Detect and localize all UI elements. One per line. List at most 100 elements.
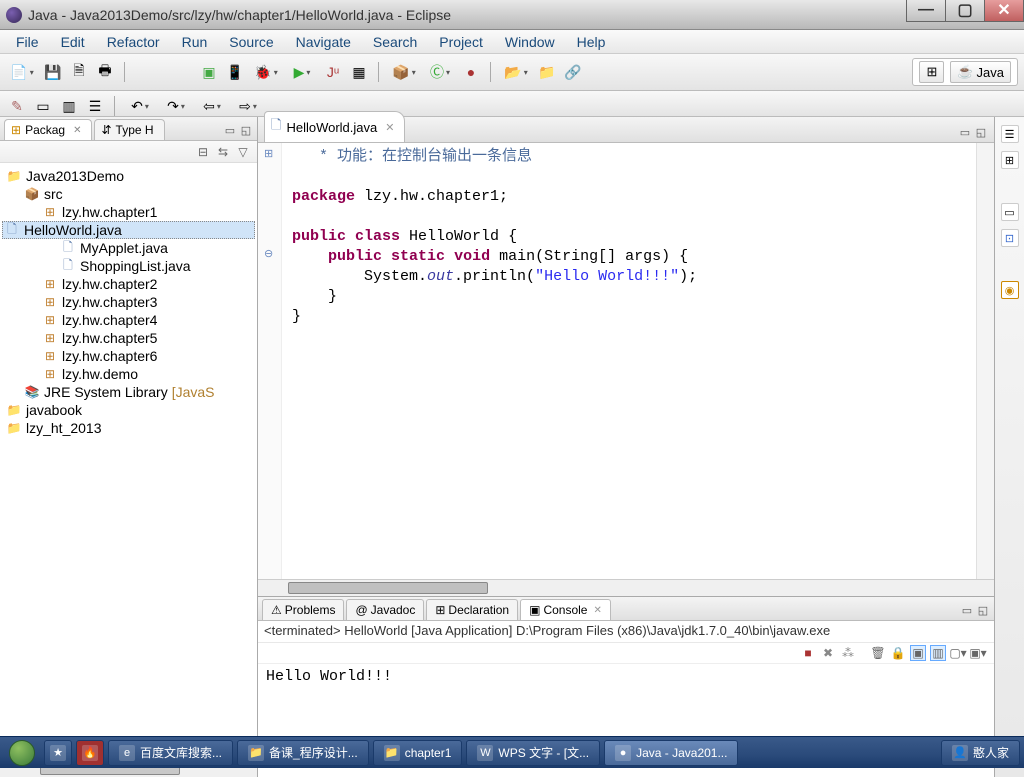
menu-run[interactable]: Run [172,31,218,53]
taskbar-item-2[interactable]: 🔥 [76,740,104,766]
tab-problems[interactable]: ⚠Problems [262,599,344,620]
outline-trim2-icon[interactable]: ⊡ [1001,229,1019,247]
save-all-button[interactable]: 🗎 [68,61,90,83]
menu-navigate[interactable]: Navigate [286,31,361,53]
new-interface-button[interactable]: ● [460,61,482,83]
save-button[interactable]: 💾 [42,61,64,83]
taskbar-item-1[interactable]: ★ [44,740,72,766]
menu-help[interactable]: Help [567,31,616,53]
close-button[interactable]: ✕ [984,0,1024,22]
tree-node-Java2013Demo[interactable]: 📁Java2013Demo [2,167,255,185]
open-console-icon[interactable]: ▢▾ [950,645,966,661]
minimize-button[interactable]: — [906,0,946,22]
package-tree[interactable]: 📁Java2013Demo📦src⊞lzy.hw.chapter1🗋HelloW… [0,163,257,760]
taskbar-item-wps[interactable]: WWPS 文字 - [文... [466,740,600,766]
maximize-view-icon[interactable]: ◱ [239,123,253,137]
search-button[interactable]: 📁 [536,61,558,83]
terminate-icon[interactable]: ■ [800,645,816,661]
taskbar-item-folder1[interactable]: 📁备课_程序设计... [237,740,369,766]
cheatsheet-trim-icon[interactable]: ◉ [1001,281,1019,299]
menu-edit[interactable]: Edit [51,31,95,53]
tab-javadoc[interactable]: @Javadoc [346,599,424,620]
editor-tab-helloworld[interactable]: 🗋 HelloWorld.java ✕ [264,111,405,142]
overview-ruler[interactable] [976,143,994,579]
new-button[interactable]: 📄 [6,61,38,83]
new-class-button[interactable]: Ⓒ [424,61,456,83]
menu-search[interactable]: Search [363,31,427,53]
close-icon[interactable]: ✕ [385,121,394,134]
display-selected-icon[interactable]: ▥ [930,645,946,661]
taskbar-item-eclipse[interactable]: ●Java - Java201... [604,740,738,766]
minimize-editor-icon[interactable]: ▭ [958,125,972,139]
taskbar-item-folder2[interactable]: 📁chapter1 [373,740,463,766]
java-perspective-button[interactable]: ☕ Java [950,61,1011,83]
android-sdk-icon[interactable]: ▣ [198,61,220,83]
editor-gutter[interactable]: ⊞ ⊖ [258,143,282,579]
tree-node-lzy-hw-chapter5[interactable]: ⊞lzy.hw.chapter5 [2,329,255,347]
maximize-button[interactable]: ▢ [945,0,985,22]
tree-node-src[interactable]: 📦src [2,185,255,203]
fold-expand-icon[interactable]: ⊞ [264,147,273,160]
clear-console-icon[interactable]: 🗑 [870,645,886,661]
tb-btn-3[interactable]: ▥ [58,95,80,117]
close-icon[interactable]: ✕ [73,125,81,136]
menu-source[interactable]: Source [219,31,283,53]
taskbar-item-user[interactable]: 👤憨人家 [941,740,1020,766]
view-menu-icon[interactable]: ▽ [235,144,251,160]
tree-node-MyApplet-java[interactable]: 🗋MyApplet.java [2,239,255,257]
tree-node-lzy-hw-chapter2[interactable]: ⊞lzy.hw.chapter2 [2,275,255,293]
tree-node-HelloWorld-java[interactable]: 🗋HelloWorld.java [2,221,255,239]
forward-button[interactable]: ↷ [160,95,192,117]
tree-node-lzy-hw-chapter3[interactable]: ⊞lzy.hw.chapter3 [2,293,255,311]
outline-trim-icon[interactable]: ⊞ [1001,151,1019,169]
menu-file[interactable]: File [6,31,49,53]
remove-launch-icon[interactable]: ✖ [820,645,836,661]
tree-node-javabook[interactable]: 📁javabook [2,401,255,419]
minimize-view-icon[interactable]: ▭ [960,603,974,617]
tab-declaration[interactable]: ⊞Declaration [426,599,518,620]
open-type-button[interactable]: 📂 [500,61,532,83]
scroll-lock-icon[interactable]: 🔒 [890,645,906,661]
run-button[interactable]: ▶ [286,61,318,83]
menu-project[interactable]: Project [429,31,493,53]
nav-back-button[interactable]: ⇦ [196,95,228,117]
new-package-button[interactable]: 📦 [388,61,420,83]
minimize-trim-icon[interactable]: ▭ [1001,203,1019,221]
tb-btn-2[interactable]: ▭ [32,95,54,117]
tree-node-lzy-hw-demo[interactable]: ⊞lzy.hw.demo [2,365,255,383]
fold-collapse-icon[interactable]: ⊖ [264,247,273,260]
menu-refactor[interactable]: Refactor [97,31,170,53]
new-console-view-icon[interactable]: ▣▾ [970,645,986,661]
tree-node-JRE-System-Library[interactable]: 📚JRE System Library [JavaS [2,383,255,401]
back-button[interactable]: ↶ [124,95,156,117]
code-editor[interactable]: * 功能：在控制台输出一条信息 package lzy.hw.chapter1;… [282,143,976,579]
maximize-view-icon[interactable]: ◱ [976,603,990,617]
pin-console-icon[interactable]: ▣ [910,645,926,661]
tab-console[interactable]: ▣Console✕ [520,599,611,620]
collapse-all-icon[interactable]: ⊟ [195,144,211,160]
task-list-trim-icon[interactable]: ☰ [1001,125,1019,143]
link-editor-icon[interactable]: ⇆ [215,144,231,160]
tree-node-lzy-hw-chapter4[interactable]: ⊞lzy.hw.chapter4 [2,311,255,329]
link-icon[interactable]: 🔗 [562,61,584,83]
print-button[interactable]: 🖶 [94,61,116,83]
tb-btn-4[interactable]: ☰ [84,95,106,117]
open-perspective-button[interactable]: ⊞ [919,61,944,83]
junit-icon[interactable]: Jᵘ [322,61,344,83]
close-icon[interactable]: ✕ [593,605,601,616]
pin-icon[interactable]: ✎ [6,95,28,117]
taskbar-item-ie[interactable]: e百度文库搜索... [108,740,233,766]
remove-all-icon[interactable]: ⁂ [840,645,856,661]
menu-window[interactable]: Window [495,31,565,53]
type-hierarchy-tab[interactable]: ⇵ Type H [94,119,164,140]
tree-node-lzy-hw-chapter6[interactable]: ⊞lzy.hw.chapter6 [2,347,255,365]
minimize-view-icon[interactable]: ▭ [223,123,237,137]
tree-node-lzy-ht-2013[interactable]: 📁lzy_ht_2013 [2,419,255,437]
editor-hscrollbar[interactable] [258,579,994,596]
maximize-editor-icon[interactable]: ◱ [974,125,988,139]
debug-button[interactable]: 🐞 [250,61,282,83]
coverage-icon[interactable]: ▦ [348,61,370,83]
nav-forward-button[interactable]: ⇨ [232,95,264,117]
start-button[interactable] [4,739,40,767]
tree-node-ShoppingList-java[interactable]: 🗋ShoppingList.java [2,257,255,275]
